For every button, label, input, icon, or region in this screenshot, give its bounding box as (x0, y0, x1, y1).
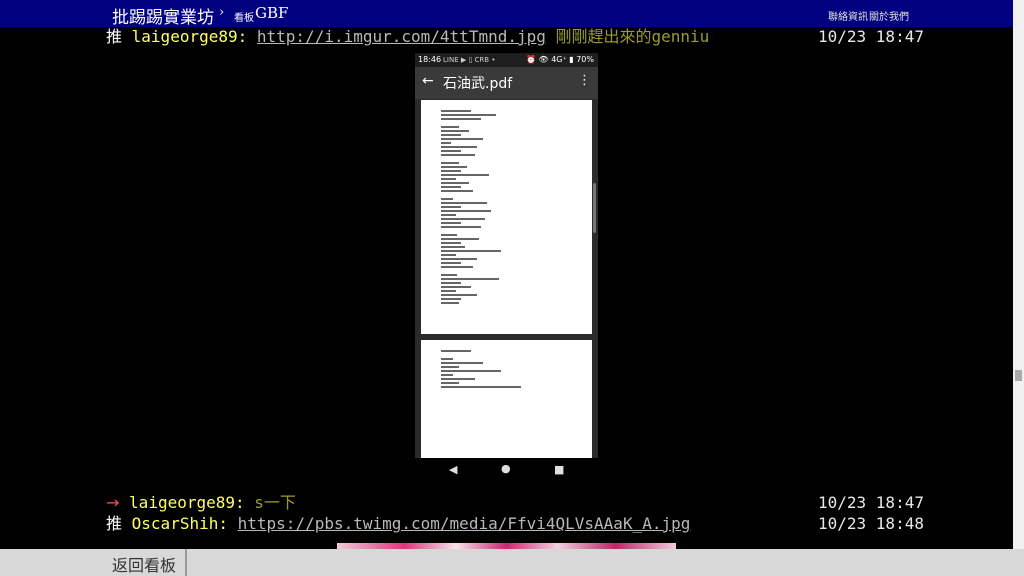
phone-status-bar: 18:46 LINE ▶ ▯ CRB • ⏰ 👁 4G⁺ ▮ 70% (415, 53, 598, 67)
header-bar: 批踢踢實業坊 › 看板 GBF 聯絡資訊 關於我們 (0, 0, 1013, 28)
breadcrumb-separator: › (219, 5, 225, 20)
push-link[interactable]: https://pbs.twimg.com/media/Ffvi4QLVsAAa… (238, 514, 691, 533)
nav-back-icon: ◀ (449, 463, 458, 476)
back-to-board-button[interactable]: 返回看板 (112, 552, 176, 576)
scrollbar-thumb[interactable] (1015, 370, 1022, 381)
push-user: laigeorge89 (129, 493, 236, 512)
arrow-left-icon: ← (422, 73, 434, 89)
footer-divider (185, 549, 187, 576)
pdf-title: 石油武.pdf (443, 76, 513, 92)
nav-recents-icon: ■ (554, 463, 565, 476)
push-row: → laigeorge89: s一下 (106, 493, 296, 512)
contact-link[interactable]: 聯絡資訊 (828, 8, 868, 23)
site-logo-link[interactable]: 批踢踢實業坊 (112, 3, 214, 28)
nav-home-icon: ● (501, 462, 511, 475)
footer-bar: 返回看板 (0, 549, 1024, 576)
pdf-viewer-appbar: ← 石油武.pdf ⋮ (415, 67, 598, 99)
phone-status-icons: LINE ▶ ▯ CRB • (443, 56, 496, 64)
phone-status-time: 18:46 (418, 55, 442, 64)
phone-nav-bar: ◀ ● ■ (415, 458, 598, 484)
push-message: s一下 (244, 493, 296, 512)
board-label: 看板 (234, 13, 254, 24)
board-name-link[interactable]: GBF (255, 4, 288, 22)
push-time: 10/23 18:47 (818, 27, 924, 46)
push-row: 推 OscarShih: https://pbs.twimg.com/media… (106, 514, 691, 533)
more-vert-icon: ⋮ (578, 73, 591, 88)
push-row: 推 laigeorge89: http://i.imgur.com/4ttTmn… (106, 27, 710, 46)
push-tag: 推 (106, 27, 123, 46)
push-user: laigeorge89 (131, 27, 238, 46)
page-scrollbar[interactable] (1013, 0, 1024, 549)
pdf-page-2 (421, 340, 592, 458)
push-time: 10/23 18:48 (818, 514, 924, 533)
push-time: 10/23 18:47 (818, 493, 924, 512)
pdf-scroll-indicator (593, 183, 596, 233)
embedded-image[interactable]: 18:46 LINE ▶ ▯ CRB • ⏰ 👁 4G⁺ ▮ 70% ← 石油武… (415, 53, 598, 484)
push-user: OscarShih (131, 514, 219, 533)
pdf-page-1 (421, 100, 592, 334)
push-tag: → (106, 493, 120, 512)
push-message: 剛剛趕出來的genniu (545, 27, 710, 46)
phone-battery-status: ⏰ 👁 4G⁺ ▮ 70% (526, 55, 594, 64)
pdf-page-text (441, 110, 501, 306)
about-link[interactable]: 關於我們 (869, 8, 909, 23)
pdf-page-text (441, 350, 521, 390)
push-tag: 推 (106, 514, 123, 533)
push-link[interactable]: http://i.imgur.com/4ttTmnd.jpg (257, 27, 546, 46)
